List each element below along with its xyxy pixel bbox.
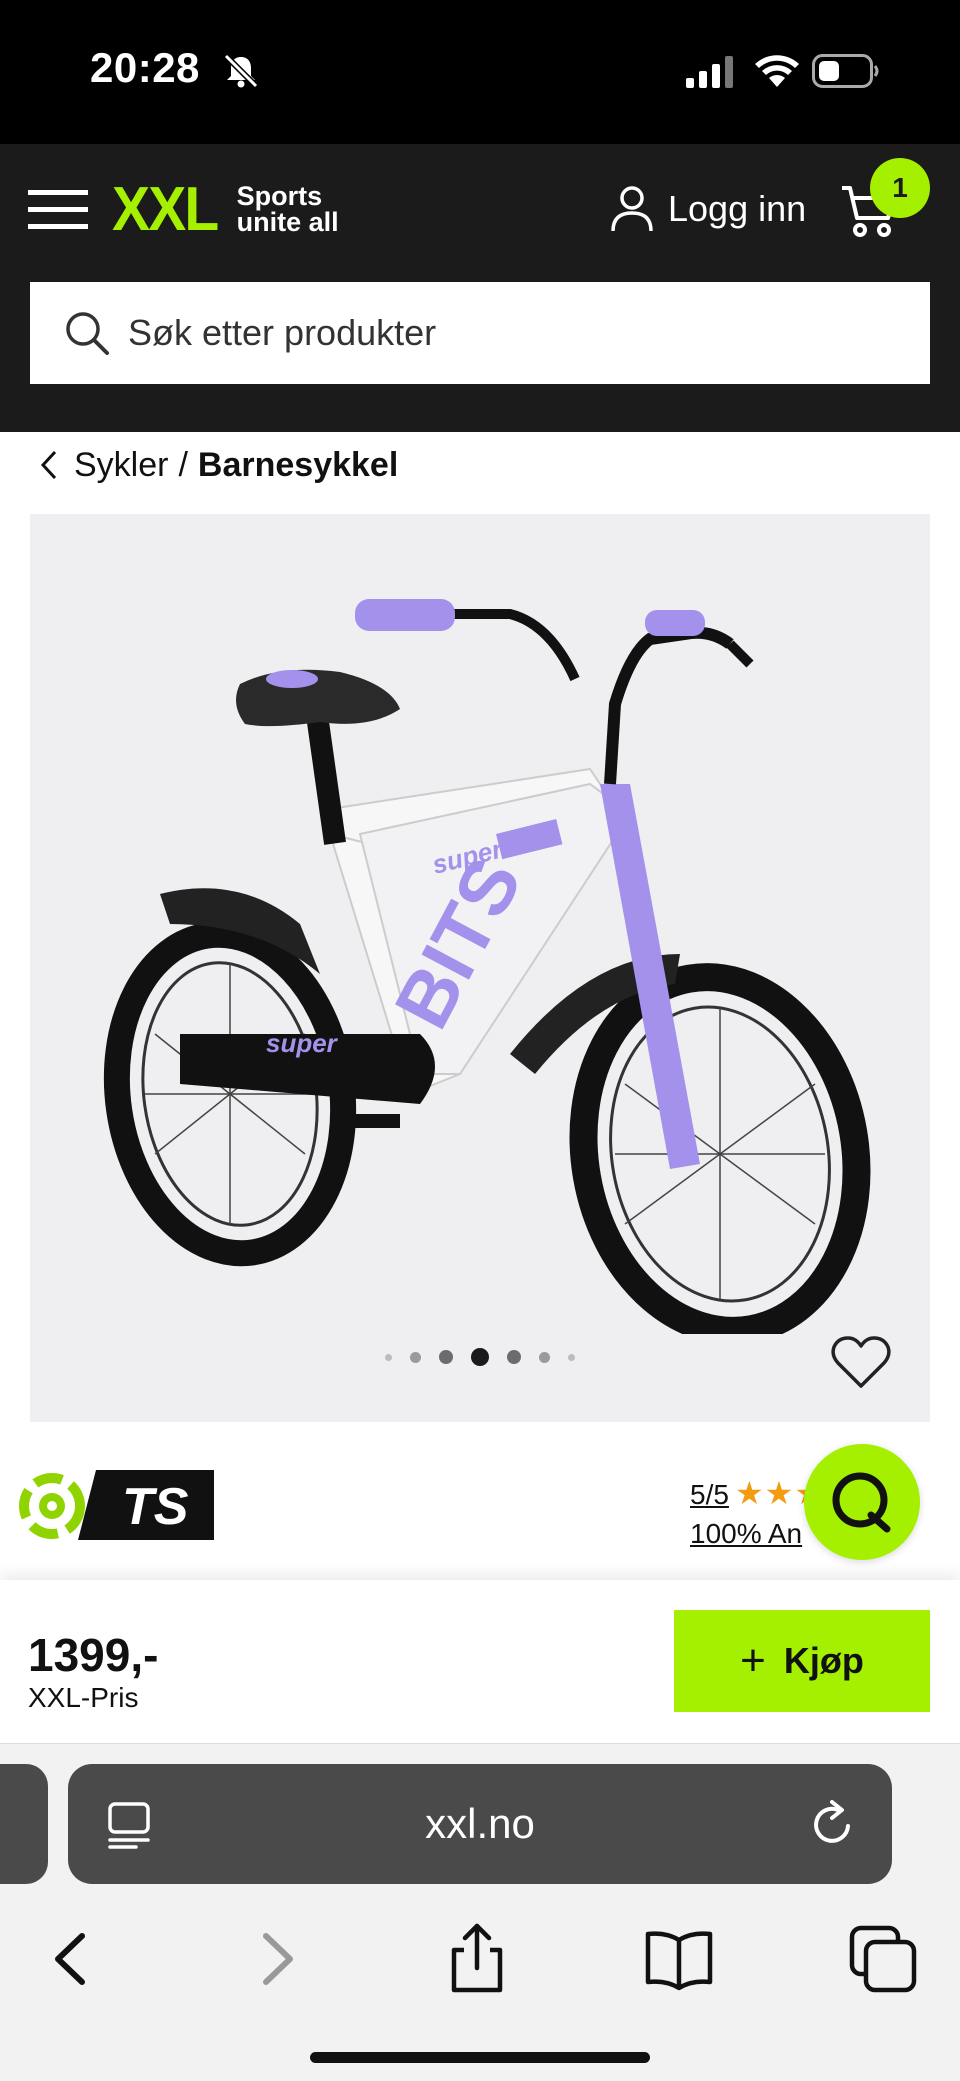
carousel-dot[interactable] — [410, 1351, 421, 1363]
svg-text:super: super — [266, 1028, 339, 1058]
login-link[interactable]: Logg inn — [610, 184, 806, 234]
hamburger-menu-icon[interactable] — [28, 186, 90, 234]
breadcrumb: Sykler / Barnesykkel — [40, 442, 398, 488]
carousel-dots — [30, 1348, 930, 1366]
cart-count-badge: 1 — [870, 158, 930, 218]
login-label: Logg inn — [668, 188, 807, 229]
address-bar[interactable]: xxl.no — [68, 1764, 892, 1884]
forward-arrow-icon[interactable] — [240, 1922, 314, 1996]
chat-bubble-icon — [832, 1472, 891, 1533]
reload-icon[interactable] — [810, 1798, 856, 1850]
breadcrumb-current: Barnesykkel — [197, 445, 399, 484]
rating-score: 5/5 — [690, 1479, 729, 1510]
brand-logo[interactable]: TS — [18, 1466, 214, 1544]
carousel-dot[interactable] — [439, 1350, 453, 1364]
logo-tagline: Sports unite all — [236, 181, 339, 237]
breadcrumb-parent-link[interactable]: Sykler — [74, 446, 168, 485]
plus-icon: + — [740, 1636, 766, 1685]
carousel-dot[interactable] — [507, 1350, 521, 1364]
wifi-icon — [755, 55, 799, 87]
site-header: XXL Sports unite all Logg inn 1 — [0, 144, 960, 432]
breadcrumb-separator: / — [178, 445, 188, 484]
heart-icon[interactable] — [830, 1334, 892, 1390]
chat-button[interactable] — [804, 1444, 920, 1560]
bell-muted-icon — [223, 53, 259, 89]
search-input[interactable] — [128, 312, 888, 354]
carousel-dot[interactable] — [568, 1353, 575, 1361]
bookmarks-book-icon[interactable] — [642, 1922, 716, 1996]
browser-toolbar: xxl.no — [0, 1744, 960, 2081]
cellular-signal-icon — [686, 56, 733, 88]
xxl-logo[interactable]: XXL Sports unite all — [112, 174, 339, 244]
price-label: XXL-Pris — [28, 1682, 139, 1713]
browser-nav-row — [0, 1904, 960, 2014]
brand-logo-graphic: TS — [19, 1470, 214, 1540]
chevron-left-icon[interactable] — [40, 450, 58, 480]
user-icon — [611, 186, 653, 232]
purchase-bar: 1399,- XXL-Pris + Kjøp — [0, 1580, 960, 1744]
url-text: xxl.no — [425, 1800, 535, 1847]
battery-icon — [812, 54, 879, 88]
product-price: 1399,- — [28, 1629, 159, 1681]
search-icon — [66, 312, 109, 355]
svg-text:TS: TS — [122, 1478, 189, 1536]
product-image-carousel[interactable]: BITS super super — [30, 514, 930, 1422]
status-time: 20:28 — [90, 44, 200, 91]
carousel-dot[interactable] — [385, 1353, 392, 1361]
recommend-percentage[interactable]: 100% An — [690, 1518, 802, 1550]
search-bar[interactable] — [30, 282, 930, 384]
carousel-dot-active[interactable] — [471, 1348, 489, 1366]
logo-wordmark: XXL — [112, 174, 219, 244]
bike-image: BITS super super — [103, 599, 871, 1345]
home-indicator — [310, 2052, 650, 2063]
share-icon[interactable] — [440, 1922, 514, 1996]
status-bar: 20:28 — [0, 0, 960, 144]
buy-button[interactable]: + Kjøp — [674, 1610, 930, 1712]
buy-label: Kjøp — [783, 1640, 864, 1681]
previous-tab-peek[interactable] — [0, 1764, 48, 1884]
reader-mode-icon[interactable] — [106, 1798, 152, 1850]
tabs-icon[interactable] — [846, 1922, 920, 1996]
carousel-dot[interactable] — [539, 1351, 550, 1363]
back-arrow-icon[interactable] — [34, 1922, 108, 1996]
